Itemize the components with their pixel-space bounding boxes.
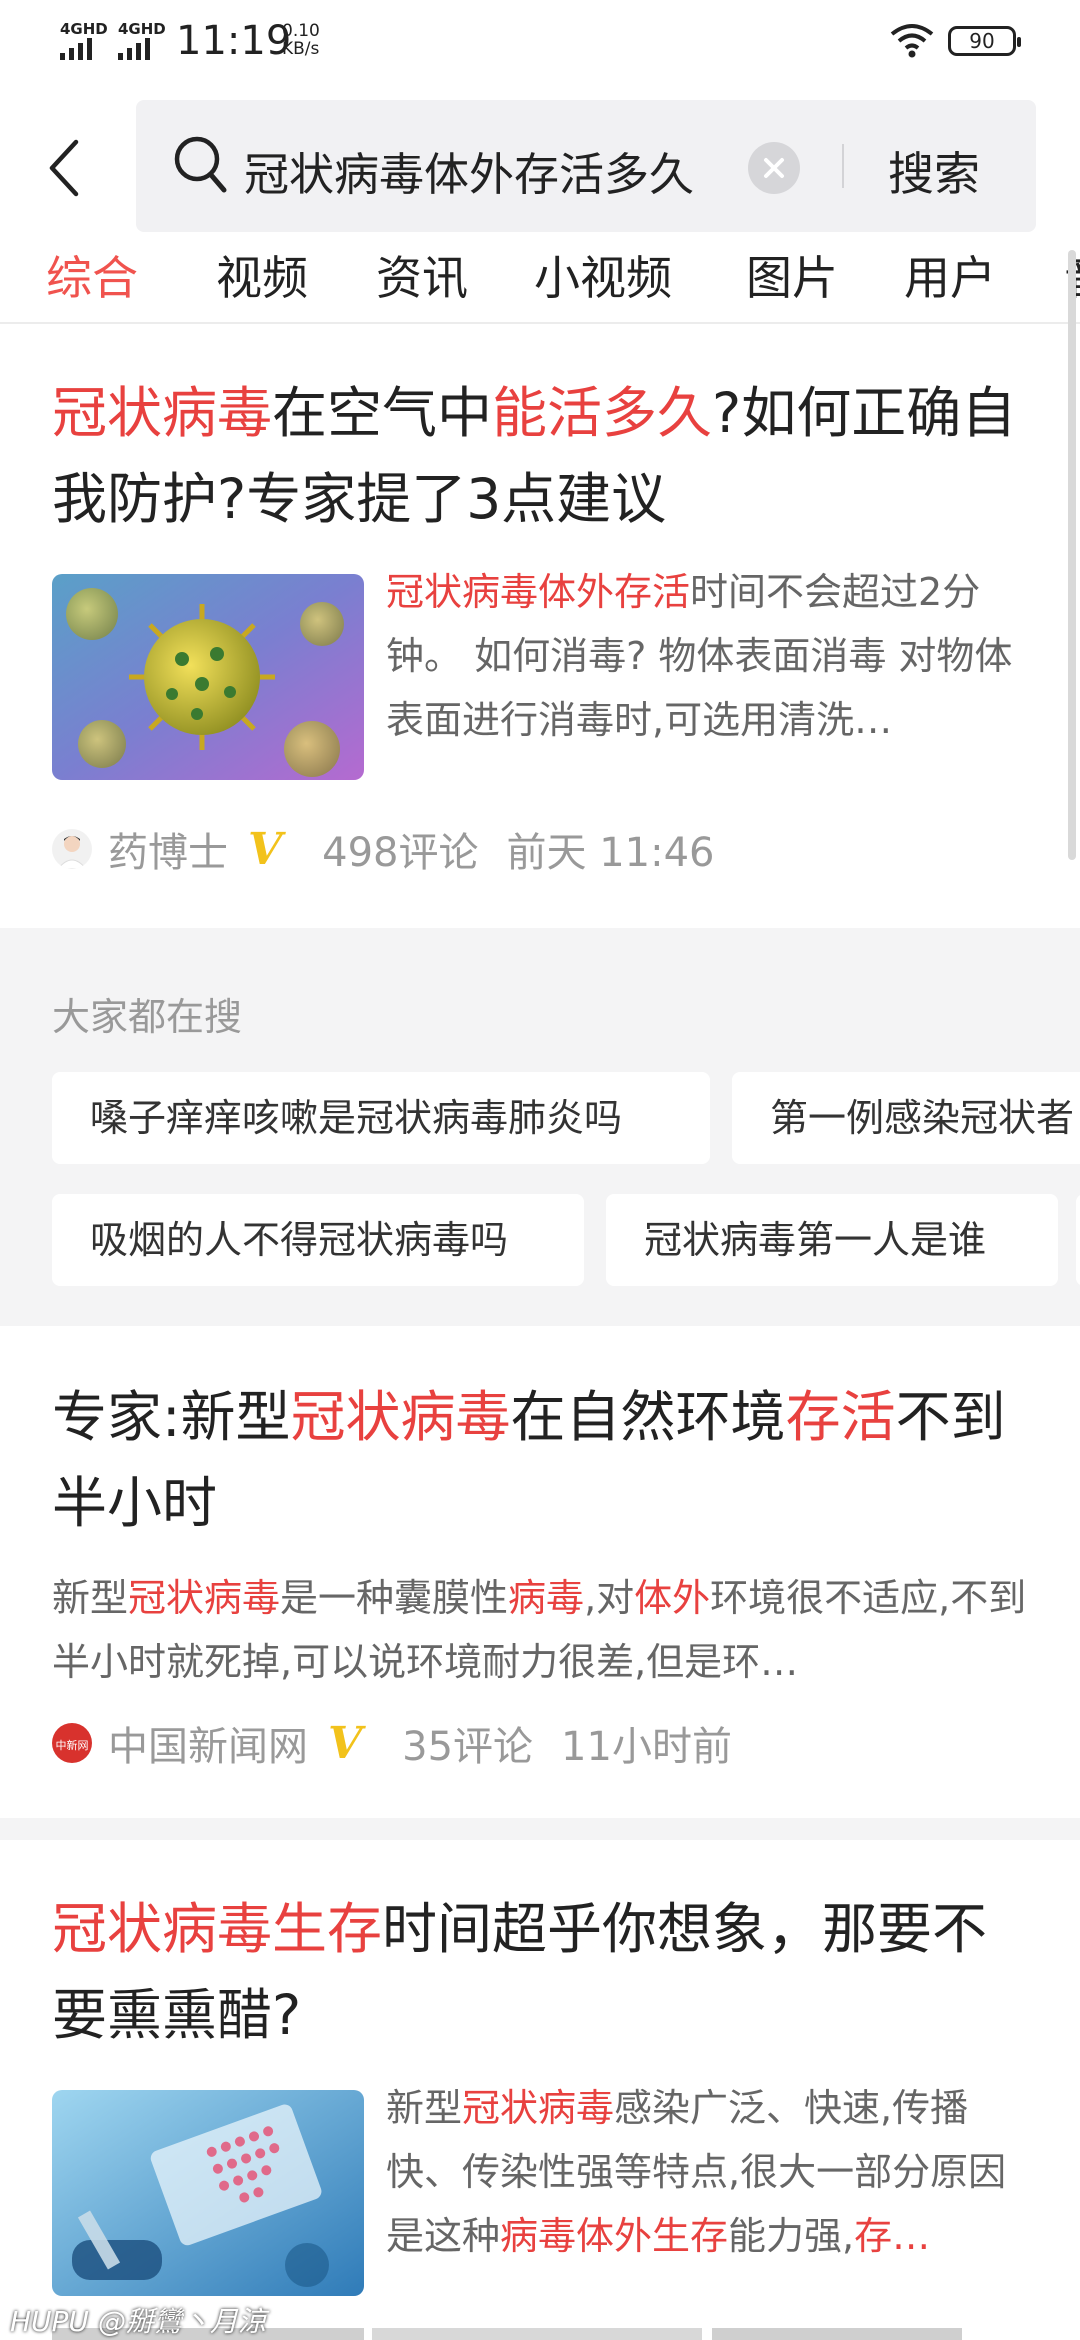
status-time: 11:19 xyxy=(176,18,292,64)
network-speed-unit: KB/s xyxy=(282,39,320,59)
verified-icon: V xyxy=(248,823,283,875)
search-icon xyxy=(174,136,227,193)
hot-search-chip[interactable] xyxy=(1076,1194,1080,1286)
tab-comprehensive[interactable]: 综合 xyxy=(46,242,138,308)
hot-search-chip[interactable]: 吸烟的人不得冠状病毒吗 xyxy=(52,1194,584,1286)
search-input[interactable]: 冠状病毒体外存活多久 xyxy=(244,138,694,203)
tab-video[interactable]: 视频 xyxy=(216,242,308,308)
article-meta: 药博士 V 498评论 前天 11:46 xyxy=(52,820,743,876)
network-speed: 0.10 KB/s xyxy=(282,22,320,58)
search-bar[interactable]: 冠状病毒体外存活多久 搜索 xyxy=(136,100,1036,232)
network-speed-value: 0.10 xyxy=(282,21,320,41)
signal-label-1: 4GHD xyxy=(60,20,108,38)
source-logo-icon: 中新网 xyxy=(52,1723,92,1763)
source-name[interactable]: 中国新闻网 xyxy=(108,1714,308,1772)
source-name[interactable]: 药博士 xyxy=(108,820,228,878)
clear-icon[interactable] xyxy=(748,142,800,194)
back-arrow-icon[interactable] xyxy=(44,138,84,198)
virus-image xyxy=(52,574,364,780)
wifi-icon xyxy=(890,24,934,58)
source-logo-text: 中新网 xyxy=(56,1738,89,1752)
publish-time: 11小时前 xyxy=(561,1724,732,1770)
article-title[interactable]: 冠状病毒生存时间超乎你想象，那要不要熏熏醋? xyxy=(52,1886,1042,2058)
article-snippet: 新型冠状病毒是一种囊膜性病毒,对体外环境很不适应,不到半小时就死掉,可以说环境耐… xyxy=(52,1576,1027,1684)
article-title[interactable]: 专家:新型冠状病毒在自然环境存活不到半小时 xyxy=(52,1374,1042,1546)
article-title[interactable]: 冠状病毒在空气中能活多久?如何正确自我防护?专家提了3点建议 xyxy=(52,370,1042,542)
comment-count: 498评论 xyxy=(322,830,479,876)
comment-count: 35评论 xyxy=(402,1724,534,1770)
search-divider xyxy=(842,144,844,188)
hot-search-section: 大家都在搜 嗓子痒痒咳嗽是冠状病毒肺炎吗 第一例感染冠状者 吸烟的人不得冠状病毒… xyxy=(0,928,1080,1326)
category-tabs: 综合 视频 资讯 小视频 图片 用户 音 xyxy=(0,236,1080,324)
article-meta: 中新网 中国新闻网 V 35评论 11小时前 xyxy=(52,1714,760,1770)
publish-time: 前天 11:46 xyxy=(506,830,715,876)
article-snippet: 新型冠状病毒感染广泛、快速,传播快、传染性强等特点,很大一部分原因是这种病毒体外… xyxy=(386,2086,1007,2258)
tab-users[interactable]: 用户 xyxy=(904,242,996,308)
verified-icon: V xyxy=(328,1717,363,1769)
tab-images[interactable]: 图片 xyxy=(746,242,838,308)
tab-news[interactable]: 资讯 xyxy=(376,242,468,308)
signal-label-2: 4GHD xyxy=(118,20,166,38)
hot-search-chip[interactable]: 嗓子痒痒咳嗽是冠状病毒肺炎吗 xyxy=(52,1072,710,1164)
tab-short-video[interactable]: 小视频 xyxy=(534,242,672,308)
scrollbar[interactable] xyxy=(1068,250,1076,860)
search-button[interactable]: 搜索 xyxy=(888,138,980,204)
hot-search-heading: 大家都在搜 xyxy=(52,995,243,1039)
watermark: HUPU @掰鸞丶月涼 xyxy=(10,2305,266,2338)
avatar xyxy=(52,829,92,869)
battery-icon: 90 xyxy=(948,26,1021,56)
section-divider xyxy=(0,1818,1080,1840)
article-snippet: 冠状病毒体外存活时间不会超过2分钟。 如何消毒? 物体表面消毒 对物体表面进行消… xyxy=(386,570,1013,742)
hot-search-chip[interactable]: 第一例感染冠状者 xyxy=(732,1072,1080,1164)
status-bar: 4GHD 4GHD 11:19 0.10 KB/s 90 xyxy=(0,0,1080,84)
lab-image xyxy=(52,2090,364,2296)
hot-search-chip[interactable]: 冠状病毒第一人是谁 xyxy=(606,1194,1058,1286)
